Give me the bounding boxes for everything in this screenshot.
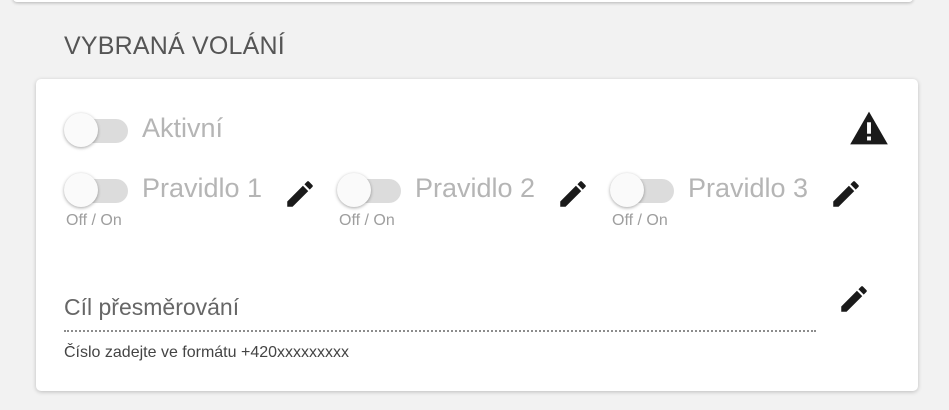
toggle-knob	[64, 173, 98, 207]
toggle-knob	[64, 113, 98, 147]
redirect-field-underline	[64, 330, 816, 332]
rule-2-label: Pravidlo 2	[415, 173, 536, 203]
active-toggle-label: Aktivní	[142, 113, 224, 143]
page: VYBRANÁ VOLÁNÍ Aktivní Pravidlo 1 Off / …	[0, 0, 949, 410]
section-title: VYBRANÁ VOLÁNÍ	[64, 32, 285, 60]
rule-3-offon-caption: Off / On	[612, 212, 668, 229]
rule-3-label: Pravidlo 3	[688, 173, 809, 203]
previous-card-edge	[13, 0, 913, 2]
rule-3-toggle[interactable]	[610, 173, 674, 207]
redirect-edit-pencil-icon[interactable]	[837, 282, 871, 316]
rule-2-toggle[interactable]	[337, 173, 401, 207]
toggle-knob	[610, 173, 644, 207]
active-toggle[interactable]	[64, 113, 128, 147]
rule-2-edit-pencil-icon[interactable]	[556, 177, 590, 211]
rule-2-offon-caption: Off / On	[339, 212, 395, 229]
rule-3-edit-pencil-icon[interactable]	[829, 177, 863, 211]
toggle-knob	[337, 173, 371, 207]
rule-1-edit-pencil-icon[interactable]	[283, 177, 317, 211]
rule-1-toggle[interactable]	[64, 173, 128, 207]
redirect-field-hint: Číslo zadejte ve formátu +420xxxxxxxxx	[64, 344, 350, 361]
rule-1-offon-caption: Off / On	[66, 212, 122, 229]
rule-1-label: Pravidlo 1	[142, 173, 263, 203]
redirect-target-field[interactable]: Cíl přesměrování	[64, 294, 239, 321]
warning-icon	[850, 111, 888, 145]
